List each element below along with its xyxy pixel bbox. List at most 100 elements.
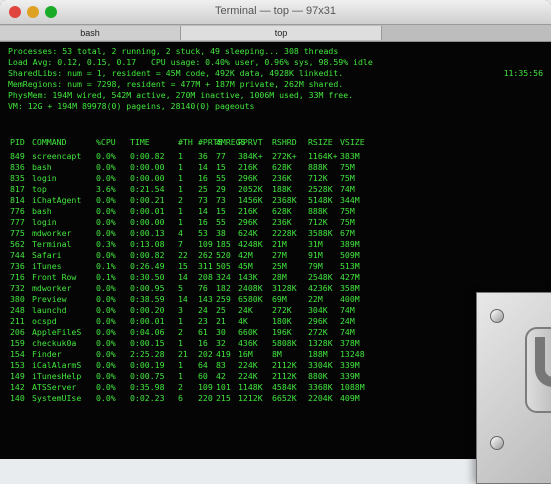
- table-cell: 75M: [340, 162, 355, 172]
- table-cell: 2368K: [272, 195, 297, 205]
- table-cell: 4236K: [308, 283, 333, 293]
- table-cell: 272K: [308, 327, 328, 337]
- tab-bash[interactable]: bash: [0, 26, 181, 40]
- table-cell: 4: [178, 228, 183, 238]
- table-cell: 24M: [340, 316, 355, 326]
- table-cell: 0:00.95: [130, 283, 165, 293]
- table-cell: 0.0%: [96, 371, 116, 381]
- table-cell: 0.0%: [96, 162, 116, 172]
- table-cell: 74M: [340, 305, 355, 315]
- table-cell: 0.0%: [96, 316, 116, 326]
- table-cell: 38: [216, 228, 226, 238]
- table-cell: SystemUIse: [32, 393, 82, 403]
- table-cell: 31M: [308, 239, 323, 249]
- table-cell: 3128K: [272, 283, 297, 293]
- table-cell: 520: [216, 250, 231, 260]
- table-cell: 14: [178, 294, 188, 304]
- table-cell: 3588K: [308, 228, 333, 238]
- terminal-output[interactable]: Processes: 53 total, 2 running, 2 stuck,…: [0, 42, 551, 459]
- table-cell: 25M: [272, 261, 287, 271]
- table-cell: 0.0%: [96, 217, 116, 227]
- table-cell: 1: [178, 184, 183, 194]
- table-cell: 16: [198, 217, 208, 227]
- table-cell: bash: [32, 206, 52, 216]
- table-row: 849 screencapt 0.0% 0:00.82 1 36 77 384K+ 272K+ 1…: [10, 151, 374, 162]
- clock-text: 11:35:56: [503, 68, 543, 78]
- table-cell: 0.0%: [96, 151, 116, 161]
- table-cell: 25: [216, 305, 226, 315]
- table-cell: 24K: [238, 305, 253, 315]
- table-cell: 206: [10, 327, 25, 337]
- table-cell: Terminal: [32, 239, 72, 249]
- table-cell: 220: [198, 393, 213, 403]
- table-cell: 74M: [340, 327, 355, 337]
- table-cell: 45M: [238, 261, 253, 271]
- table-cell: 888K: [308, 206, 328, 216]
- tab-top[interactable]: top: [181, 26, 382, 40]
- table-cell: 0:00.00: [130, 217, 165, 227]
- table-cell: 2: [178, 195, 183, 205]
- table-cell: 0.0%: [96, 294, 116, 304]
- table-cell: 153: [10, 360, 25, 370]
- table-cell: 0.0%: [96, 228, 116, 238]
- table-cell: 2052K: [238, 184, 263, 194]
- summary-line: SharedLibs: num = 1, resident = 45M code…: [8, 68, 344, 78]
- table-cell: 30: [216, 327, 226, 337]
- table-cell: 13248: [340, 349, 365, 359]
- table-cell: 76: [198, 283, 208, 293]
- table-row: 817 top 3.6% 0:21.54 1 25 29 2052K 188K 2528K 74M: [10, 184, 374, 195]
- table-cell: 14: [198, 162, 208, 172]
- table-cell: 27M: [272, 250, 287, 260]
- table-cell: 0:04.06: [130, 327, 165, 337]
- table-cell: 248: [10, 305, 25, 315]
- table-row: 776 bash 0.0% 0:00.01 1 14 15 216K 628K 888K 75M: [10, 206, 374, 217]
- table-cell: 296K: [308, 316, 328, 326]
- table-cell: 2: [178, 382, 183, 392]
- table-cell: top: [32, 184, 47, 194]
- table-cell: 0:00.75: [130, 371, 165, 381]
- summary-line: Processes: 53 total, 2 running, 2 stuck,…: [8, 46, 339, 56]
- table-cell: 159: [10, 338, 25, 348]
- table-cell: 15: [216, 162, 226, 172]
- table-row: 836 bash 0.0% 0:00.00 1 14 15 216K 628K 888K 75M: [10, 162, 374, 173]
- table-cell: 0.1%: [96, 261, 116, 271]
- table-cell: 716: [10, 272, 25, 282]
- table-cell: 2528K: [308, 184, 333, 194]
- table-cell: 339M: [340, 371, 360, 381]
- table-cell: 142: [10, 382, 25, 392]
- table-cell: 389M: [340, 239, 360, 249]
- table-cell: 1148K: [238, 382, 263, 392]
- table-row: 736 iTunes 0.1% 0:26.49 15 311 505 45M 25M 79M 513…: [10, 261, 374, 272]
- table-cell: 188K: [272, 184, 292, 194]
- table-cell: 236K: [272, 173, 292, 183]
- table-cell: 1212K: [238, 393, 263, 403]
- table-cell: 21: [178, 349, 188, 359]
- table-cell: 16: [198, 338, 208, 348]
- table-cell: 744: [10, 250, 25, 260]
- table-cell: 0.0%: [96, 382, 116, 392]
- table-cell: 436K: [238, 338, 258, 348]
- table-cell: 1: [178, 217, 183, 227]
- column-header: PID: [10, 137, 25, 147]
- table-row: 153 iCalAlarmS 0.0% 0:00.19 1 64 83 224K 2112K 33…: [10, 360, 374, 371]
- table-cell: 339M: [340, 360, 360, 370]
- column-header: #TH: [178, 137, 193, 147]
- process-rows: 849 screencapt 0.0% 0:00.82 1 36 77 384K+ 272K+ 1…: [10, 151, 374, 404]
- table-cell: 344M: [340, 195, 360, 205]
- table-cell: 180K: [272, 316, 292, 326]
- table-cell: 143K: [238, 272, 258, 282]
- table-cell: 380: [10, 294, 25, 304]
- table-cell: 400M: [340, 294, 360, 304]
- table-cell: 0.0%: [96, 206, 116, 216]
- table-cell: 215: [216, 393, 231, 403]
- window-title: Terminal — top — 97x31: [214, 5, 337, 17]
- table-cell: 224K: [238, 371, 258, 381]
- tab-bar: bash top ×: [0, 25, 551, 62]
- table-cell: 91M: [308, 250, 323, 260]
- column-header: VSIZE: [340, 137, 365, 147]
- table-cell: 2204K: [308, 393, 333, 403]
- table-row: 211 ocspd 0.0% 0:00.01 1 23 21 4K 180K 296K 24M: [10, 316, 374, 327]
- table-cell: 384K+: [238, 151, 263, 161]
- table-cell: 0:30.50: [130, 272, 165, 282]
- table-cell: 109: [198, 239, 213, 249]
